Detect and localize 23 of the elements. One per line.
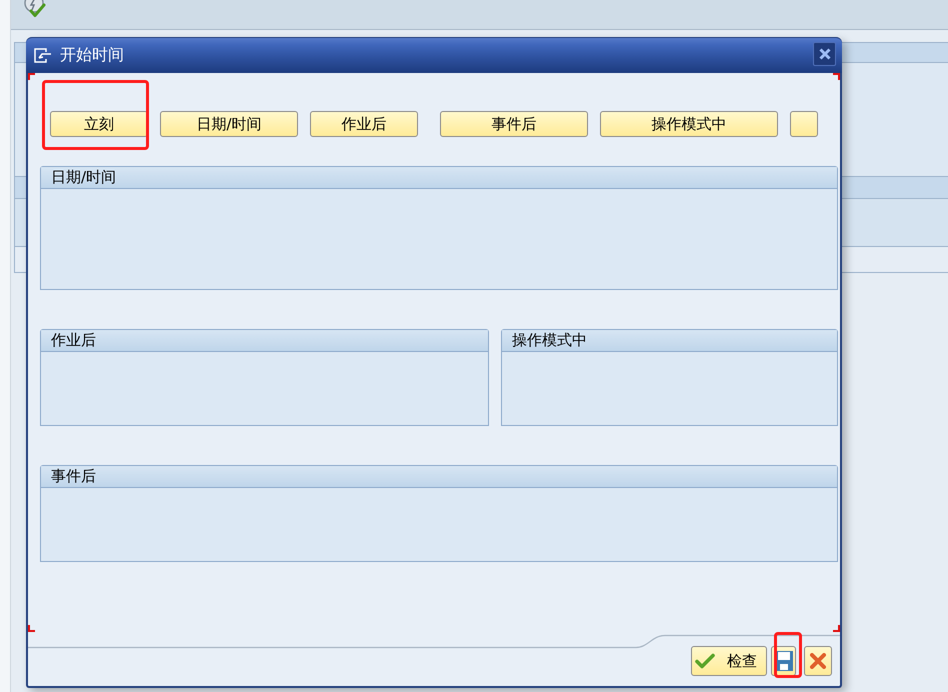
group-title: 操作模式中 <box>512 331 587 350</box>
group-title: 日期/时间 <box>51 168 116 187</box>
option-button[interactable]: 立刻 <box>50 111 148 137</box>
cancel-icon <box>810 653 826 669</box>
option-button[interactable]: 操作模式中 <box>600 111 778 137</box>
blank-button[interactable] <box>790 111 818 137</box>
close-button[interactable] <box>813 42 836 66</box>
option-button[interactable]: 日期/时间 <box>160 111 298 137</box>
check-button[interactable]: 检查 <box>691 646 767 676</box>
corner-mark-icon <box>833 625 840 632</box>
corner-mark-icon <box>28 73 35 80</box>
status-check-icon[interactable] <box>24 0 46 18</box>
close-icon <box>818 48 830 60</box>
group-title: 事件后 <box>51 467 96 486</box>
corner-mark-icon <box>833 73 840 80</box>
cancel-button[interactable] <box>804 646 832 676</box>
dialog-title: 开始时间 <box>60 45 125 66</box>
window-icon <box>34 48 52 63</box>
option-button[interactable]: 作业后 <box>310 111 418 137</box>
corner-mark-icon <box>28 625 35 632</box>
group-title: 作业后 <box>51 331 96 350</box>
check-icon <box>695 653 715 669</box>
option-button[interactable]: 事件后 <box>440 111 588 137</box>
